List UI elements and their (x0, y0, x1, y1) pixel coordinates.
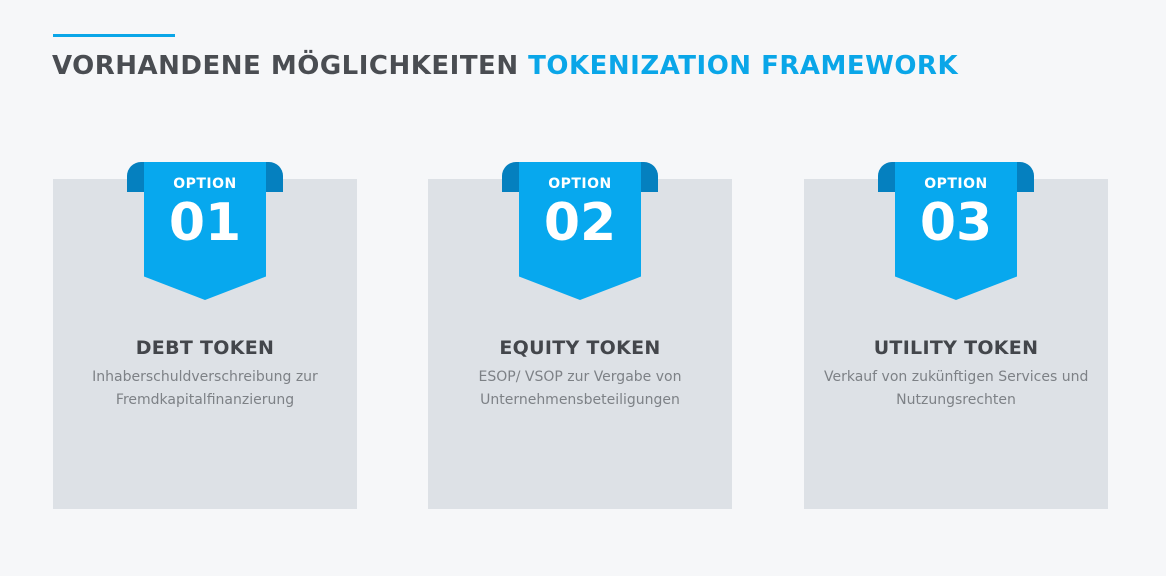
option-description: Verkauf von zukünftigen Services und Nut… (824, 366, 1088, 412)
option-description: Inhaberschuldverschreibung zur Fremdkapi… (73, 366, 337, 412)
option-number: 01 (168, 193, 242, 253)
option-title: UTILITY TOKEN (873, 337, 1039, 359)
option-description: ESOP/ VSOP zur Vergabe von Unternehmensb… (448, 366, 712, 412)
option-description-line: Verkauf von zukünftigen Services und (824, 369, 1089, 385)
option-ribbon-badge: OPTION 01 (144, 162, 266, 300)
option-card-debt-token: OPTION 01 DEBT TOKEN Inhaberschuldversch… (53, 162, 357, 509)
title-accent-line (53, 34, 175, 37)
page-title-highlight: TOKENIZATION FRAMEWORK (528, 51, 959, 81)
option-title: EQUITY TOKEN (499, 337, 661, 359)
option-label: OPTION (173, 176, 237, 192)
option-number: 02 (543, 193, 617, 253)
option-description-line: Fremdkapitalfinanzierung (115, 392, 295, 408)
option-ribbon-badge: OPTION 02 (519, 162, 641, 300)
option-card-equity-token: OPTION 02 EQUITY TOKEN ESOP/ VSOP zur Ve… (428, 162, 732, 509)
option-label: OPTION (548, 176, 612, 192)
option-number: 03 (919, 193, 993, 253)
option-ribbon-badge: OPTION 03 (895, 162, 1017, 300)
page-title-main: VORHANDENE MÖGLICHKEITEN (52, 51, 519, 81)
page-title: VORHANDENE MÖGLICHKEITEN TOKENIZATION FR… (52, 48, 958, 84)
option-description-line: Inhaberschuldverschreibung zur (92, 369, 318, 385)
option-title: DEBT TOKEN (135, 337, 275, 359)
option-description-line: Unternehmensbeteiligungen (480, 392, 680, 408)
option-label: OPTION (924, 176, 988, 192)
option-card-utility-token: OPTION 03 UTILITY TOKEN Verkauf von zukü… (804, 162, 1108, 509)
option-description-line: Nutzungsrechten (896, 392, 1016, 408)
option-description-line: ESOP/ VSOP zur Vergabe von (478, 369, 682, 385)
